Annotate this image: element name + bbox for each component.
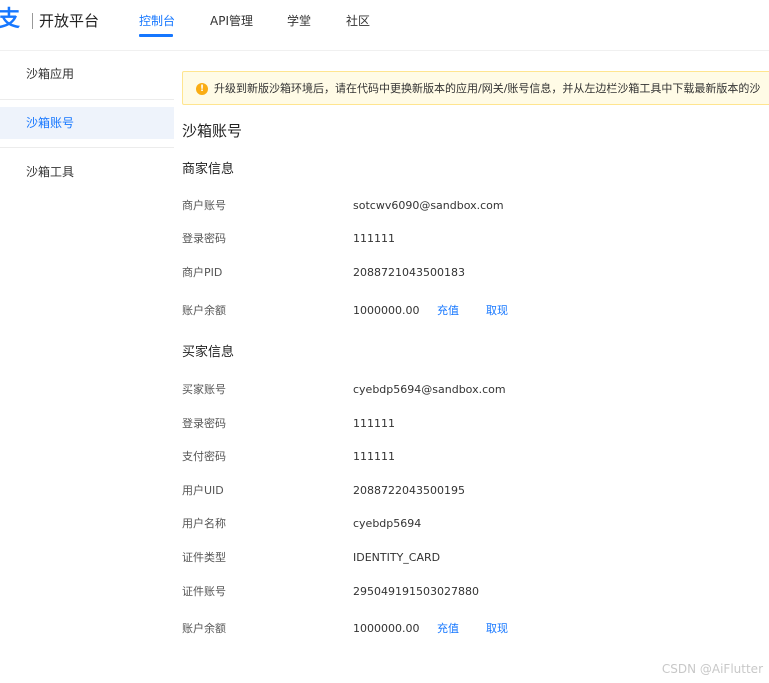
merchant-password-value: 111111 [353, 232, 395, 245]
buyer-password-label: 登录密码 [182, 417, 226, 430]
buyer-pay-password-value: 111111 [353, 450, 395, 463]
active-tab-indicator [139, 34, 173, 37]
buyer-balance-value: 1000000.00 [353, 622, 420, 635]
page-title: 沙箱账号 [182, 122, 243, 140]
buyer-account-value: cyebdp5694@sandbox.com [353, 383, 506, 396]
platform-title[interactable]: 开放平台 [39, 10, 99, 32]
merchant-pid-value: 2088721043500183 [353, 266, 465, 279]
sidebar-divider [0, 147, 174, 148]
logo-divider [32, 13, 33, 29]
main-area: ! 升级到新版沙箱环境后，请在代码中更换新版本的应用/网关/账号信息，并从左边栏… [174, 51, 769, 683]
merchant-recharge-link[interactable]: 充值 [437, 303, 459, 319]
csdn-watermark: CSDN @AiFlutter [661, 662, 763, 676]
sidebar-item-sandbox-app[interactable]: 沙箱应用 [0, 58, 174, 90]
merchant-section-title: 商家信息 [182, 162, 235, 177]
sidebar-item-sandbox-tools[interactable]: 沙箱工具 [0, 156, 174, 188]
merchant-password-label: 登录密码 [182, 232, 226, 245]
buyer-balance-label: 账户余额 [182, 622, 226, 635]
sidebar: 沙箱应用 沙箱账号 沙箱工具 [0, 51, 174, 683]
merchant-withdraw-link[interactable]: 取现 [486, 303, 508, 319]
buyer-recharge-link[interactable]: 充值 [437, 621, 459, 637]
alert-text: 升级到新版沙箱环境后，请在代码中更换新版本的应用/网关/账号信息，并从左边栏沙箱… [214, 82, 761, 95]
buyer-id-type-label: 证件类型 [182, 551, 226, 564]
upgrade-alert: ! 升级到新版沙箱环境后，请在代码中更换新版本的应用/网关/账号信息，并从左边栏… [182, 71, 769, 105]
merchant-account-value: sotcwv6090@sandbox.com [353, 199, 504, 212]
top-navbar: 支 开放平台 控制台 API管理 学堂 社区 [0, 0, 769, 51]
buyer-account-label: 买家账号 [182, 383, 226, 396]
buyer-uid-label: 用户UID [182, 484, 224, 497]
merchant-pid-label: 商户PID [182, 266, 223, 279]
sidebar-item-sandbox-account[interactable]: 沙箱账号 [0, 107, 174, 139]
merchant-account-label: 商户账号 [182, 199, 226, 212]
sidebar-divider [0, 99, 174, 100]
buyer-username-value: cyebdp5694 [353, 517, 422, 530]
buyer-pay-password-label: 支付密码 [182, 450, 226, 463]
content-panel: ! 升级到新版沙箱环境后，请在代码中更换新版本的应用/网关/账号信息，并从左边栏… [174, 51, 769, 683]
buyer-withdraw-link[interactable]: 取现 [486, 621, 508, 637]
buyer-username-label: 用户名称 [182, 517, 226, 530]
tab-api-management[interactable]: API管理 [210, 13, 253, 29]
merchant-balance-label: 账户余额 [182, 304, 226, 317]
buyer-id-number-value: 295049191503027880 [353, 585, 479, 598]
buyer-uid-value: 2088722043500195 [353, 484, 465, 497]
tab-academy[interactable]: 学堂 [287, 13, 311, 29]
buyer-section-title: 买家信息 [182, 345, 235, 360]
buyer-id-number-label: 证件账号 [182, 585, 226, 598]
buyer-password-value: 111111 [353, 417, 395, 430]
merchant-balance-value: 1000000.00 [353, 304, 420, 317]
tab-console[interactable]: 控制台 [139, 13, 175, 29]
buyer-id-type-value: IDENTITY_CARD [353, 551, 441, 564]
warning-icon: ! [196, 83, 208, 95]
tab-community[interactable]: 社区 [346, 13, 370, 29]
alipay-logo-icon[interactable]: 支 [0, 6, 20, 34]
